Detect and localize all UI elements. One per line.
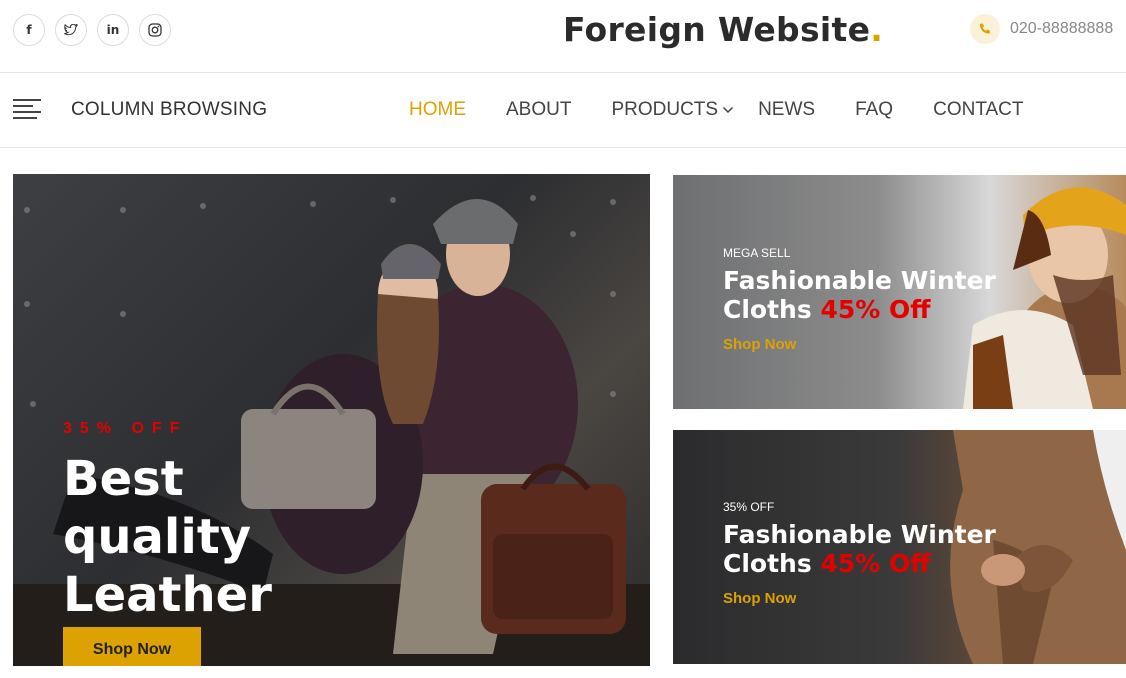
hero-banner: 35% OFF Best quality Leather Shop Now	[13, 174, 650, 666]
promo-text: 35% OFF Fashionable Winter Cloths 45% Of…	[723, 500, 996, 607]
phone-number: 020-88888888	[1010, 20, 1114, 37]
promo-title-line: Cloths 45% Off	[723, 295, 996, 324]
promo-label: MEGA SELL	[723, 246, 791, 260]
promo-title-line: Cloths 45% Off	[723, 549, 996, 578]
nav-item-faq[interactable]: FAQ	[855, 99, 893, 121]
nav-item-news[interactable]: NEWS	[758, 99, 815, 121]
hamburger-menu-icon[interactable]	[13, 99, 41, 121]
nav-label: FAQ	[855, 99, 894, 120]
social-links: f in	[13, 14, 171, 46]
promo-shop-now-link[interactable]: Shop Now	[723, 590, 996, 607]
instagram-camera-icon	[148, 23, 162, 37]
promo-title-line: Fashionable Winter	[723, 266, 996, 295]
promo-title-line: Fashionable Winter	[723, 520, 996, 549]
phone-handset-icon	[980, 23, 990, 34]
facebook-glyph: f	[26, 23, 32, 37]
promo-title: Fashionable Winter Cloths 45% Off	[723, 266, 996, 324]
linkedin-icon[interactable]: in	[97, 14, 129, 46]
site-logo[interactable]: Foreign Website.	[563, 10, 883, 49]
nav-label: HOME	[409, 99, 466, 120]
nav-item-home[interactable]: HOME	[409, 99, 466, 121]
brand-name: Foreign Website	[563, 10, 871, 49]
hero-headline-line: quality	[63, 509, 252, 565]
column-browsing-label[interactable]: COLUMN BROWSING	[71, 99, 267, 121]
hero-headline: Best quality Leather	[63, 450, 272, 624]
nav-item-products[interactable]: PRODUCTS	[611, 99, 734, 121]
promo-text: MEGA SELL Fashionable Winter Cloths 45% …	[723, 246, 996, 353]
instagram-icon[interactable]	[139, 14, 171, 46]
promo-title-word: Cloths	[723, 295, 812, 324]
nav-label: PRODUCTS	[611, 99, 719, 120]
hero-text: 35% OFF Best quality Leather	[63, 420, 272, 624]
twitter-bird-icon	[64, 24, 78, 36]
nav-item-contact[interactable]: CONTACT	[933, 99, 1023, 121]
nav-label: NEWS	[758, 99, 816, 120]
phone-contact[interactable]: 020-88888888	[970, 14, 1113, 44]
chevron-down-icon	[723, 106, 734, 114]
nav-item-about[interactable]: ABOUT	[506, 99, 571, 121]
twitter-icon[interactable]	[55, 14, 87, 46]
linkedin-glyph: in	[106, 23, 120, 37]
promo-card-mega-sell[interactable]: MEGA SELL Fashionable Winter Cloths 45% …	[673, 175, 1126, 409]
promo-discount: 45% Off	[820, 295, 931, 324]
promo-title: Fashionable Winter Cloths 45% Off	[723, 520, 996, 578]
nav-label: ABOUT	[506, 99, 572, 120]
brand-dot: .	[870, 10, 884, 49]
facebook-icon[interactable]: f	[13, 14, 45, 46]
nav-label: CONTACT	[933, 99, 1024, 120]
hero-shop-now-button[interactable]: Shop Now	[63, 627, 201, 666]
hero-offer: 35% OFF	[63, 420, 188, 437]
nav-menu: HOME ABOUT PRODUCTS NEWS FAQ CONTACT	[409, 99, 1024, 121]
hero-headline-line: Best	[63, 451, 184, 507]
hero-headline-line: Leather	[63, 567, 272, 623]
promo-label: 35% OFF	[723, 500, 775, 514]
promo-title-word: Cloths	[723, 549, 812, 578]
main-navigation: COLUMN BROWSING HOME ABOUT PRODUCTS NEWS…	[0, 73, 1126, 148]
promo-discount: 45% Off	[820, 549, 931, 578]
promo-card-35-off[interactable]: 35% OFF Fashionable Winter Cloths 45% Of…	[673, 430, 1126, 664]
promo-shop-now-link[interactable]: Shop Now	[723, 336, 996, 353]
top-bar: f in Foreign Website. 020-88888888	[0, 0, 1126, 73]
phone-icon	[970, 14, 1000, 44]
